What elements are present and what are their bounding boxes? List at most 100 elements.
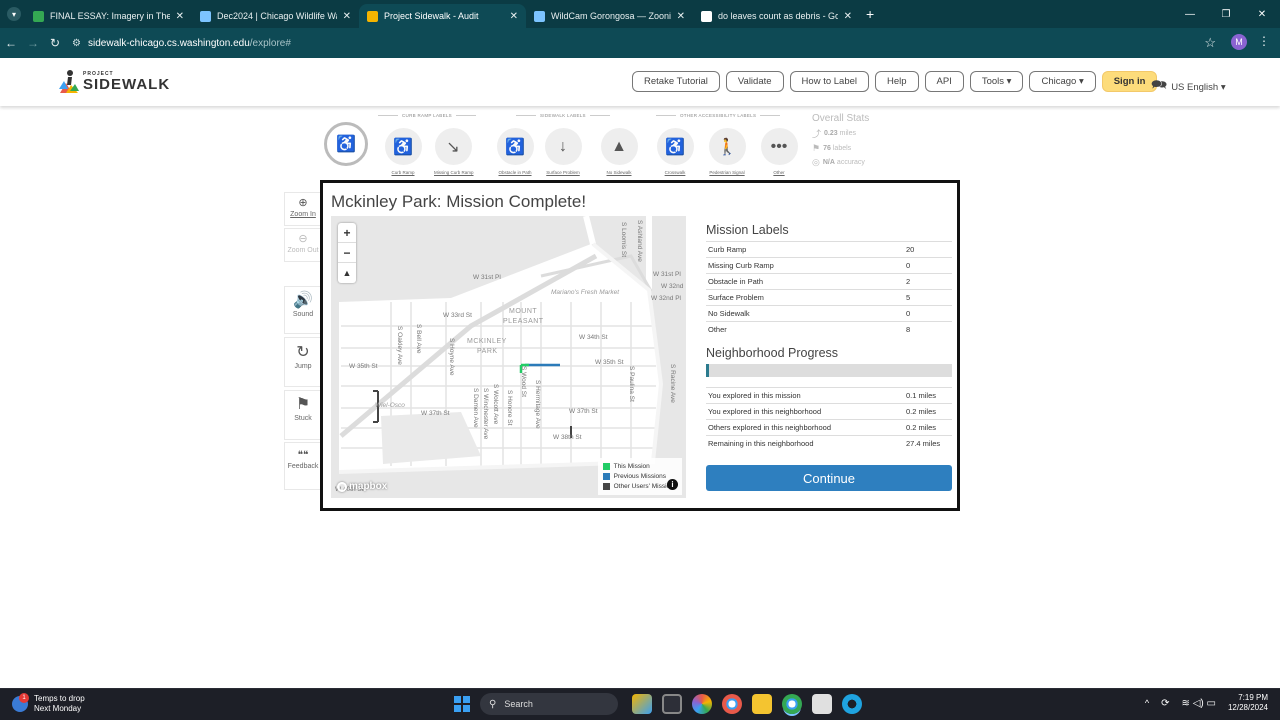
tab-search-icon[interactable]: ▾ — [7, 7, 21, 21]
sync-icon[interactable]: ⟳ — [1161, 698, 1169, 709]
stats-row-name: Remaining in this neighborhood — [706, 434, 904, 451]
stuck-button[interactable]: ⚑ Stuck — [284, 390, 322, 440]
browser-tab[interactable]: WildCam Gorongosa — Zooniv ✕ — [526, 4, 693, 28]
url-input[interactable]: ⚙ sidewalk-chicago.cs.washington.edu/exp… — [72, 32, 1252, 54]
clock-date: 12/28/2024 — [1227, 703, 1268, 713]
weather-icon: 1 — [12, 692, 29, 712]
tab-close-icon[interactable]: ✕ — [677, 11, 685, 22]
start-button-icon[interactable] — [454, 696, 470, 712]
restore-icon[interactable]: ❐ — [1208, 9, 1244, 20]
label-tool-pedestrian-signal[interactable]: 🚶 Pedestrian Signal — [708, 128, 746, 175]
jump-button[interactable]: ↻ Jump — [284, 337, 322, 387]
chrome-icon[interactable] — [722, 694, 742, 714]
miles-unit: miles — [839, 130, 856, 137]
label-tool-obstacle-in-path[interactable]: ♿ Obstacle in Path — [496, 128, 534, 175]
browser-tab[interactable]: Project Sidewalk - Audit ✕ — [359, 4, 526, 28]
copilot-icon[interactable] — [692, 694, 712, 714]
zoom-in-button[interactable]: ⊕ Zoom In — [284, 192, 322, 226]
mission-map[interactable]: + − ▲ W 31st Pl W 33rd St W 34th St W 35… — [331, 216, 686, 498]
label-tool-surface-problem[interactable]: ↓ Surface Problem — [544, 128, 582, 175]
feedback-label: Feedback — [287, 463, 319, 470]
label-tool-other[interactable]: ••• Other — [760, 128, 798, 175]
language-selector[interactable]: 🗪 US English ▾ — [1151, 76, 1226, 98]
stats-row: Obstacle in Path 2 — [706, 273, 952, 290]
sound-button[interactable]: 🔊 Sound — [284, 286, 322, 334]
task-view-icon[interactable] — [662, 694, 682, 714]
close-window-icon[interactable]: ✕ — [1244, 9, 1280, 20]
label-tool-crosswalk[interactable]: ♿ Crosswalk — [656, 128, 694, 175]
browser-menu-icon[interactable]: ⋮ — [1258, 34, 1270, 48]
wifi-volume-battery-icon[interactable]: ≋ ◁) ▭ — [1182, 698, 1216, 709]
map-avenue-label: S Ashland Ave — [636, 220, 643, 262]
system-clock[interactable]: 7:19 PM 12/28/2024 — [1228, 693, 1268, 714]
profile-avatar[interactable]: M — [1231, 34, 1247, 50]
header-button-retake-tutorial[interactable]: Retake Tutorial — [632, 71, 720, 92]
bookmark-star-icon[interactable]: ☆ — [1204, 35, 1216, 51]
tab-close-icon[interactable]: ✕ — [510, 11, 518, 22]
label-tool-curb-ramp[interactable]: ♿ Curb Ramp — [384, 128, 422, 175]
back-icon[interactable]: ← — [0, 36, 22, 50]
widgets-app-icon[interactable] — [632, 694, 652, 714]
browser-tab[interactable]: do leaves count as debris - Goo ✕ — [693, 4, 860, 28]
label-tool-icon: ▲ — [600, 128, 638, 165]
stats-row: Remaining in this neighborhood 27.4 miles — [706, 434, 952, 451]
map-compass-button[interactable]: ▲ — [338, 263, 356, 283]
header-button-validate[interactable]: Validate — [725, 71, 784, 92]
logo-text-big: SIDEWALK — [83, 76, 171, 93]
browser-tab[interactable]: Dec2024 | Chicago Wildlife Wat ✕ — [192, 4, 359, 28]
label-tool-icon: 🚶 — [708, 128, 746, 165]
stats-row: Others explored in this neighborhood 0.2 … — [706, 418, 952, 435]
minimize-icon[interactable]: — — [1172, 9, 1208, 20]
zoom-out-button[interactable]: ⊖ Zoom Out — [284, 228, 322, 262]
tab-close-icon[interactable]: ✕ — [343, 11, 351, 22]
header-button-chicago[interactable]: Chicago ▾ — [1029, 71, 1096, 92]
new-tab-icon[interactable]: + — [866, 6, 874, 22]
site-info-icon[interactable]: ⚙ — [72, 38, 88, 49]
label-tool-missing-curb-ramp[interactable]: ↘ Missing Curb Ramp — [434, 128, 474, 175]
map-street-label: W 34th St — [579, 334, 608, 341]
forward-icon[interactable]: → — [22, 36, 44, 50]
tab-close-icon[interactable]: ✕ — [844, 11, 852, 22]
map-avenue-label: S Hermitage Ave — [534, 380, 541, 429]
feedback-button[interactable]: ❝❝ Feedback — [284, 442, 322, 490]
weather-badge: 1 — [19, 692, 29, 703]
weather-widget[interactable]: 1 Temps to drop Next Monday — [12, 692, 85, 713]
header-button-how-to-label[interactable]: How to Label — [789, 71, 869, 92]
map-zoom-in-button[interactable]: + — [338, 223, 356, 243]
tab-favicon-icon — [33, 10, 44, 22]
chrome-profile-icon[interactable] — [782, 694, 802, 714]
reload-icon[interactable]: ↻ — [44, 36, 66, 50]
labels-unit: labels — [832, 145, 852, 152]
header-button-tools[interactable]: Tools ▾ — [969, 71, 1024, 92]
file-explorer-icon[interactable] — [752, 694, 772, 714]
walk-mode-button[interactable]: ♿ — [324, 122, 368, 166]
map-info-icon[interactable]: i — [667, 479, 678, 490]
sign-in-button[interactable]: Sign in — [1101, 71, 1158, 92]
edge-icon[interactable] — [842, 694, 862, 714]
header-button-help[interactable]: Help — [875, 71, 919, 92]
continue-button[interactable]: Continue — [706, 465, 952, 491]
map-street-label: W 37th St — [421, 410, 450, 417]
label-tool-no-sidewalk[interactable]: ▲ No Sidewalk — [600, 128, 638, 175]
taskbar-search[interactable]: ⚲ Search — [480, 693, 618, 715]
map-zoom-out-button[interactable]: − — [338, 243, 356, 263]
mapbox-logo[interactable]: mapbox — [337, 481, 387, 492]
snipping-tool-icon[interactable] — [812, 694, 832, 714]
label-tool-label: Pedestrian Signal — [709, 170, 745, 175]
accuracy-icon: ◎ — [812, 157, 820, 167]
stats-row-value: 0.2 miles — [904, 402, 952, 419]
mission-labels-table: Curb Ramp 20 Missing Curb Ramp 0 Obstacle in… — [706, 241, 952, 338]
hidden-icons-chevron[interactable]: ^ — [1145, 698, 1149, 708]
stats-row-name: Others explored in this neighborhood — [706, 418, 904, 435]
header-button-api[interactable]: API — [924, 71, 964, 92]
group-title-other: OTHER ACCESSIBILITY LABELS — [652, 113, 784, 118]
map-avenue-label: S Damen Ave — [472, 388, 479, 428]
tab-title: FINAL ESSAY: Imagery in The Le — [50, 11, 170, 21]
tab-title: Dec2024 | Chicago Wildlife Wat — [217, 11, 337, 21]
project-sidewalk-logo[interactable]: PROJECT SIDEWALK — [58, 69, 170, 95]
search-icon: ⚲ — [489, 698, 497, 710]
tab-favicon-icon — [701, 10, 712, 22]
browser-tab[interactable]: FINAL ESSAY: Imagery in The Le ✕ — [25, 4, 192, 28]
zoom-out-icon: ⊖ — [298, 233, 308, 245]
tab-close-icon[interactable]: ✕ — [176, 11, 184, 22]
